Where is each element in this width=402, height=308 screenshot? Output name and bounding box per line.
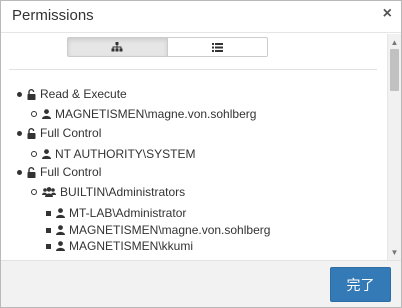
tree-item[interactable]: NT AUTHORITY\SYSTEM bbox=[31, 146, 195, 162]
tree-item-label: Full Control bbox=[40, 165, 102, 179]
unlock-icon bbox=[27, 127, 36, 139]
bullet bbox=[46, 210, 51, 216]
tree-item[interactable]: MAGNETISMEN\magne.von.sohlberg bbox=[31, 106, 256, 122]
user-icon bbox=[56, 241, 65, 251]
tree-item[interactable]: MAGNETISMEN\kkumi bbox=[46, 238, 193, 254]
tree-item-label: BUILTIN\Administrators bbox=[60, 185, 186, 199]
unlock-icon bbox=[27, 88, 36, 100]
bullet bbox=[17, 130, 22, 136]
dialog-title: Permissions bbox=[12, 7, 94, 24]
tree-item-label: NT AUTHORITY\SYSTEM bbox=[55, 147, 196, 161]
close-icon[interactable]: × bbox=[383, 6, 392, 22]
bullet bbox=[17, 91, 22, 97]
dialog-footer: 完了 bbox=[1, 260, 401, 307]
user-icon bbox=[56, 225, 65, 235]
permissions-tree: Read & Execute MAGNETISMEN\magne.von.soh… bbox=[1, 34, 386, 260]
user-icon bbox=[42, 109, 51, 119]
bullet bbox=[46, 243, 51, 249]
tree-item-label: MAGNETISMEN\magne.von.sohlberg bbox=[69, 223, 271, 237]
scrollbar-thumb[interactable] bbox=[390, 49, 399, 91]
tree-item[interactable]: MT-LAB\Administrator bbox=[46, 205, 186, 221]
vertical-scrollbar[interactable]: ▲ ▼ bbox=[387, 34, 401, 260]
scroll-up-icon[interactable]: ▲ bbox=[388, 35, 401, 49]
tree-item[interactable]: MAGNETISMEN\magne.von.sohlberg bbox=[46, 222, 270, 238]
tree-item[interactable]: Full Control bbox=[17, 164, 101, 180]
bullet bbox=[31, 189, 37, 195]
group-icon bbox=[42, 187, 56, 197]
user-icon bbox=[56, 208, 65, 218]
tree-item-label: MAGNETISMEN\kkumi bbox=[69, 239, 194, 253]
done-button[interactable]: 完了 bbox=[330, 267, 391, 302]
user-icon bbox=[42, 149, 51, 159]
tree-item-label: Full Control bbox=[40, 126, 102, 140]
tree-item[interactable]: Full Control bbox=[17, 125, 101, 141]
unlock-icon bbox=[27, 166, 36, 178]
tree-item-label: MT-LAB\Administrator bbox=[69, 206, 187, 220]
bullet bbox=[17, 169, 22, 175]
scroll-down-icon[interactable]: ▼ bbox=[388, 245, 401, 259]
bullet bbox=[31, 151, 37, 157]
tree-item-label: MAGNETISMEN\magne.von.sohlberg bbox=[55, 107, 257, 121]
dialog-header: Permissions × bbox=[1, 1, 401, 33]
dialog-body: Read & Execute MAGNETISMEN\magne.von.soh… bbox=[1, 34, 401, 260]
tree-item-label: Read & Execute bbox=[40, 87, 127, 101]
tree-item[interactable]: Read & Execute bbox=[17, 86, 127, 102]
bullet bbox=[46, 227, 51, 233]
tree-item[interactable]: BUILTIN\Administrators bbox=[31, 184, 185, 200]
bullet bbox=[31, 111, 37, 117]
permissions-dialog: Permissions × Read & Execute MAGNETISMEN… bbox=[0, 0, 402, 308]
